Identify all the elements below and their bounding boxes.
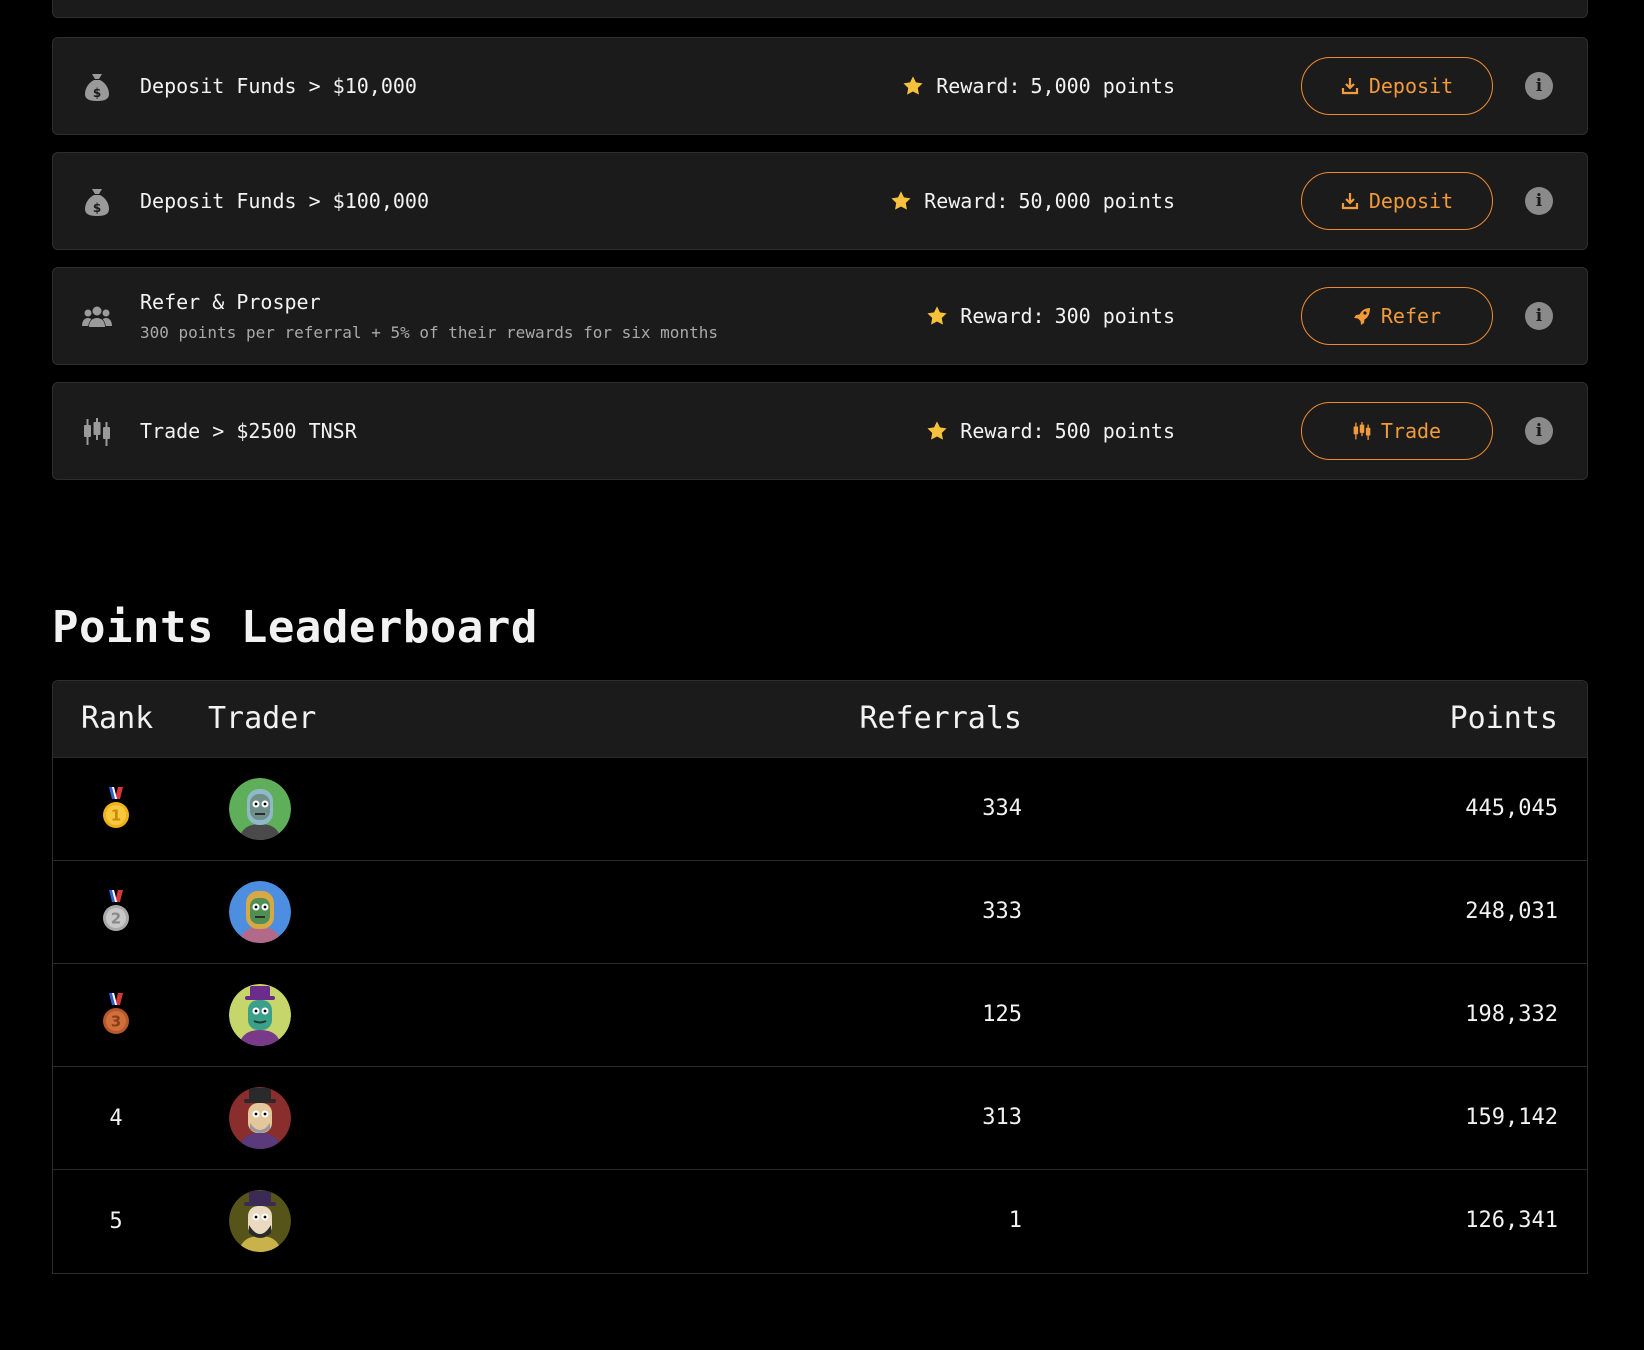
column-header-rank[interactable]: Rank: [81, 681, 153, 757]
points-value: 445,045: [1465, 796, 1558, 821]
download-icon: [1341, 192, 1359, 210]
deposit-button-label: Deposit: [1368, 74, 1454, 98]
table-row[interactable]: 5 1 126,341: [53, 1169, 1587, 1272]
info-icon[interactable]: i: [1525, 417, 1553, 445]
refer-button[interactable]: Refer: [1301, 287, 1493, 345]
avatar[interactable]: [229, 984, 291, 1046]
svg-text:$: $: [93, 86, 101, 100]
candlestick-chart-icon: [1353, 422, 1371, 440]
download-icon: [1341, 77, 1359, 95]
money-bag-icon: $: [81, 186, 113, 218]
referrals-count: 1: [1008, 1208, 1022, 1233]
quest-card-partial: [52, 0, 1588, 18]
table-row[interactable]: 3 125 198,332: [53, 963, 1587, 1066]
quest-reward: Reward: 50,000 points: [890, 153, 1175, 249]
quest-card-refer: Refer & Prosper 300 points per referral …: [52, 267, 1588, 365]
quest-title: Trade > $2500 TNSR: [140, 419, 357, 443]
quest-card-deposit-10k: $ Deposit Funds > $10,000 Reward: 5,000 …: [52, 37, 1588, 135]
quest-title: Refer & Prosper: [140, 290, 321, 314]
trade-button-label: Trade: [1380, 419, 1442, 443]
avatar[interactable]: [229, 1190, 291, 1252]
star-icon: [902, 75, 924, 97]
reward-label: Reward:: [960, 304, 1045, 328]
money-bag-icon: $: [81, 71, 113, 103]
people-group-icon: [81, 301, 113, 333]
points-value: 198,332: [1465, 1002, 1558, 1027]
avatar[interactable]: [229, 881, 291, 943]
avatar[interactable]: [229, 1087, 291, 1149]
svg-text:$: $: [93, 201, 101, 215]
referrals-count: 334: [982, 796, 1022, 821]
candlestick-chart-icon: [81, 416, 113, 448]
reward-value: 500 points: [1054, 419, 1175, 443]
quest-reward: Reward: 300 points: [926, 268, 1175, 364]
quest-card-trade: Trade > $2500 TNSR Reward: 500 points Tr…: [52, 382, 1588, 480]
referrals-count: 333: [982, 899, 1022, 924]
quest-subtitle: 300 points per referral + 5% of their re…: [140, 323, 718, 342]
referrals-count: 125: [982, 1002, 1022, 1027]
leaderboard-table: Rank Trader Referrals Points 1 334 445,0…: [52, 680, 1588, 1274]
reward-label: Reward:: [936, 74, 1021, 98]
column-header-referrals[interactable]: Referrals: [859, 681, 1022, 757]
quest-reward: Reward: 5,000 points: [902, 38, 1175, 134]
info-icon[interactable]: i: [1525, 72, 1553, 100]
reward-value: 300 points: [1054, 304, 1175, 328]
points-value: 126,341: [1465, 1208, 1558, 1233]
leaderboard-header: Rank Trader Referrals Points: [53, 681, 1587, 757]
deposit-button[interactable]: Deposit: [1301, 172, 1493, 230]
avatar[interactable]: [229, 778, 291, 840]
points-value: 248,031: [1465, 899, 1558, 924]
referrals-count: 313: [982, 1105, 1022, 1130]
table-row[interactable]: 2 333 248,031: [53, 860, 1587, 963]
star-icon: [890, 190, 912, 212]
info-icon[interactable]: i: [1525, 187, 1553, 215]
reward-label: Reward:: [960, 419, 1045, 443]
reward-value: 5,000 points: [1030, 74, 1176, 98]
table-row[interactable]: 1 334 445,045: [53, 757, 1587, 860]
quest-title: Deposit Funds > $100,000: [140, 189, 429, 213]
quest-title: Deposit Funds > $10,000: [140, 74, 417, 98]
leaderboard-title: Points Leaderboard: [52, 602, 538, 653]
table-row[interactable]: 4 313 159,142: [53, 1066, 1587, 1169]
deposit-button[interactable]: Deposit: [1301, 57, 1493, 115]
trade-button[interactable]: Trade: [1301, 402, 1493, 460]
reward-value: 50,000 points: [1018, 189, 1175, 213]
rank-number: 5: [109, 1208, 123, 1234]
points-value: 159,142: [1465, 1105, 1558, 1130]
svg-text:1: 1: [111, 807, 121, 825]
info-icon[interactable]: i: [1525, 302, 1553, 330]
svg-text:2: 2: [111, 910, 121, 928]
star-icon: [926, 420, 948, 442]
page: $ Deposit Funds > $10,000 Reward: 5,000 …: [0, 0, 1644, 1350]
gold-medal-icon: 1: [93, 758, 139, 860]
bronze-medal-icon: 3: [93, 964, 139, 1066]
column-header-points[interactable]: Points: [1450, 681, 1558, 757]
reward-label: Reward:: [924, 189, 1009, 213]
rank-number: 4: [109, 1105, 123, 1131]
rocket-icon: [1353, 307, 1371, 325]
svg-text:3: 3: [111, 1013, 121, 1031]
quest-reward: Reward: 500 points: [926, 383, 1175, 479]
star-icon: [926, 305, 948, 327]
column-header-trader[interactable]: Trader: [208, 681, 316, 757]
quest-card-deposit-100k: $ Deposit Funds > $100,000 Reward: 50,00…: [52, 152, 1588, 250]
deposit-button-label: Deposit: [1368, 189, 1454, 213]
refer-button-label: Refer: [1380, 304, 1442, 328]
silver-medal-icon: 2: [93, 861, 139, 963]
